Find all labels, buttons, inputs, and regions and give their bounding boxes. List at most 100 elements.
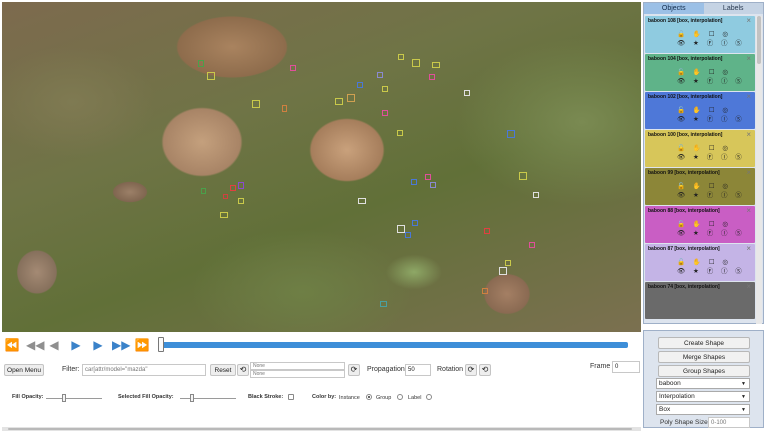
annotation-box[interactable] — [412, 220, 418, 226]
annotation-box[interactable] — [484, 228, 490, 234]
none-field-top[interactable]: None — [250, 362, 345, 370]
annotation-box[interactable] — [358, 198, 366, 204]
annotation-box[interactable] — [347, 94, 355, 102]
annotation-box[interactable] — [519, 172, 527, 180]
color-by-group-radio[interactable] — [397, 394, 403, 400]
close-icon[interactable]: × — [746, 282, 751, 291]
object-action-icons[interactable]: 🔓 ✋ ☐ ◎ 👁 ★ Ⓕ Ⓘ Ⓢ — [677, 258, 742, 276]
label-select[interactable]: baboon ▼ — [656, 378, 750, 389]
annotation-box[interactable] — [230, 185, 236, 191]
annotation-box[interactable] — [432, 62, 440, 68]
close-icon[interactable]: × — [746, 168, 751, 177]
filter-input[interactable]: car[attr/model="mazda" — [82, 364, 206, 376]
close-icon[interactable]: × — [746, 244, 751, 253]
object-action-icons[interactable]: 🔓 ✋ ☐ ◎ 👁 ★ Ⓕ Ⓘ Ⓢ — [677, 30, 742, 48]
object-list-scrollbar[interactable] — [756, 16, 762, 324]
first-frame-button[interactable]: ⏪ — [4, 338, 20, 352]
annotation-box[interactable] — [412, 59, 420, 67]
annotation-box[interactable] — [238, 198, 244, 204]
close-icon[interactable]: × — [746, 206, 751, 215]
annotation-box[interactable] — [533, 192, 539, 198]
rotate-counterclockwise-icon[interactable]: ⟲ — [479, 364, 491, 376]
annotation-box[interactable] — [397, 225, 405, 233]
annotation-box[interactable] — [201, 188, 206, 194]
close-icon[interactable]: × — [746, 16, 751, 25]
propagation-input[interactable]: 50 — [405, 364, 431, 376]
shape-select[interactable]: Box ▼ — [656, 404, 750, 415]
poly-size-input[interactable]: 0-100 — [708, 417, 750, 428]
step-back-big-button[interactable]: ◀◀ — [26, 338, 44, 352]
object-card[interactable]: baboon 99 [box, interpolation] × 🔓 ✋ ☐ ◎ 👁 … — [645, 168, 755, 205]
annotation-box[interactable] — [238, 182, 244, 189]
tab-labels[interactable]: Labels — [703, 3, 763, 14]
annotation-box[interactable] — [499, 267, 507, 275]
annotation-box[interactable] — [380, 301, 387, 307]
mode-select[interactable]: Interpolation ▼ — [656, 391, 750, 402]
object-action-icons[interactable]: 🔓 ✋ ☐ ◎ 👁 ★ Ⓕ Ⓘ Ⓢ — [677, 182, 742, 200]
horizontal-scrollbar[interactable] — [2, 427, 641, 431]
object-card[interactable]: baboon 74 [box, interpolation] × — [645, 282, 755, 319]
annotation-box[interactable] — [529, 242, 535, 248]
object-card[interactable]: baboon 87 [box, interpolation] × 🔓 ✋ ☐ ◎ 👁 … — [645, 244, 755, 281]
annotation-box[interactable] — [482, 288, 488, 294]
annotation-box[interactable] — [252, 100, 260, 108]
frame-input[interactable]: 0 — [612, 361, 640, 373]
object-action-icons-top[interactable]: 🔓 ✋ ☐ ◎ — [677, 258, 737, 267]
object-action-icons[interactable]: 🔓 ✋ ☐ ◎ 👁 ★ Ⓕ Ⓘ Ⓢ — [677, 144, 742, 162]
annotation-box[interactable] — [335, 98, 343, 105]
object-card[interactable]: baboon 102 [box, interpolation] × 🔓 ✋ ☐ ◎ 👁… — [645, 92, 755, 129]
annotation-box[interactable] — [382, 86, 388, 92]
step-forward-big-button[interactable]: ▶▶ — [112, 338, 130, 352]
annotation-box[interactable] — [223, 194, 228, 199]
selected-fill-opacity-knob[interactable] — [190, 394, 195, 402]
group-shapes-button[interactable]: Group Shapes — [658, 365, 750, 377]
object-action-icons-bottom[interactable]: 👁 ★ Ⓕ Ⓘ Ⓢ — [677, 153, 742, 162]
annotation-box[interactable] — [357, 82, 363, 88]
object-action-icons-bottom[interactable]: 👁 ★ Ⓕ Ⓘ Ⓢ — [677, 39, 742, 48]
annotation-box[interactable] — [220, 212, 228, 218]
object-action-icons-top[interactable]: 🔓 ✋ ☐ ◎ — [677, 106, 737, 115]
annotation-box[interactable] — [405, 232, 411, 238]
close-icon[interactable]: × — [746, 54, 751, 63]
close-icon[interactable]: × — [746, 130, 751, 139]
object-action-icons-bottom[interactable]: 👁 ★ Ⓕ Ⓘ Ⓢ — [677, 267, 742, 276]
annotation-box[interactable] — [382, 110, 388, 116]
object-action-icons-bottom[interactable]: 👁 ★ Ⓕ Ⓘ Ⓢ — [677, 77, 742, 86]
annotation-box[interactable] — [507, 130, 515, 138]
object-action-icons[interactable]: 🔓 ✋ ☐ ◎ 👁 ★ Ⓕ Ⓘ Ⓢ — [677, 106, 742, 124]
fill-opacity-slider[interactable] — [46, 394, 102, 402]
object-action-icons[interactable]: 🔓 ✋ ☐ ◎ 👁 ★ Ⓕ Ⓘ Ⓢ — [677, 220, 742, 238]
object-action-icons[interactable]: 🔓 ✋ ☐ ◎ 👁 ★ Ⓕ Ⓘ Ⓢ — [677, 68, 742, 86]
color-by-label-radio[interactable] — [426, 394, 432, 400]
last-frame-button[interactable]: ⏩ — [134, 338, 150, 352]
annotation-box[interactable] — [505, 260, 511, 266]
redo-icon[interactable]: ⟳ — [348, 364, 360, 376]
object-action-icons-top[interactable]: 🔓 ✋ ☐ ◎ — [677, 144, 737, 153]
video-canvas[interactable] — [2, 2, 641, 332]
none-field-bottom[interactable]: None — [250, 370, 345, 378]
annotation-box[interactable] — [397, 130, 403, 136]
annotation-box[interactable] — [207, 72, 215, 80]
annotation-box[interactable] — [430, 182, 436, 188]
annotation-box[interactable] — [411, 179, 417, 185]
fill-opacity-knob[interactable] — [61, 394, 66, 402]
annotation-box[interactable] — [429, 74, 435, 80]
open-menu-button[interactable]: Open Menu — [4, 364, 44, 376]
object-action-icons-top[interactable]: 🔓 ✋ ☐ ◎ — [677, 30, 737, 39]
color-by-instance-radio[interactable] — [366, 394, 372, 400]
object-action-icons-top[interactable]: 🔓 ✋ ☐ ◎ — [677, 68, 737, 77]
object-action-icons-top[interactable]: 🔓 ✋ ☐ ◎ — [677, 182, 737, 191]
rotate-clockwise-icon[interactable]: ⟳ — [465, 364, 477, 376]
close-icon[interactable]: × — [746, 92, 751, 101]
create-shape-button[interactable]: Create Shape — [658, 337, 750, 349]
annotation-box[interactable] — [282, 105, 287, 112]
black-stroke-checkbox[interactable] — [288, 394, 294, 400]
object-card[interactable]: baboon 88 [box, interpolation] × 🔓 ✋ ☐ ◎ 👁 … — [645, 206, 755, 243]
timeline-thumb[interactable] — [158, 337, 164, 352]
merge-shapes-button[interactable]: Merge Shapes — [658, 351, 750, 363]
annotation-box[interactable] — [425, 174, 431, 180]
selected-fill-opacity-slider[interactable] — [180, 394, 236, 402]
annotation-box[interactable] — [198, 60, 204, 67]
step-forward-button[interactable]: ▶ — [90, 338, 106, 352]
play-button[interactable]: ▶ — [68, 338, 84, 352]
